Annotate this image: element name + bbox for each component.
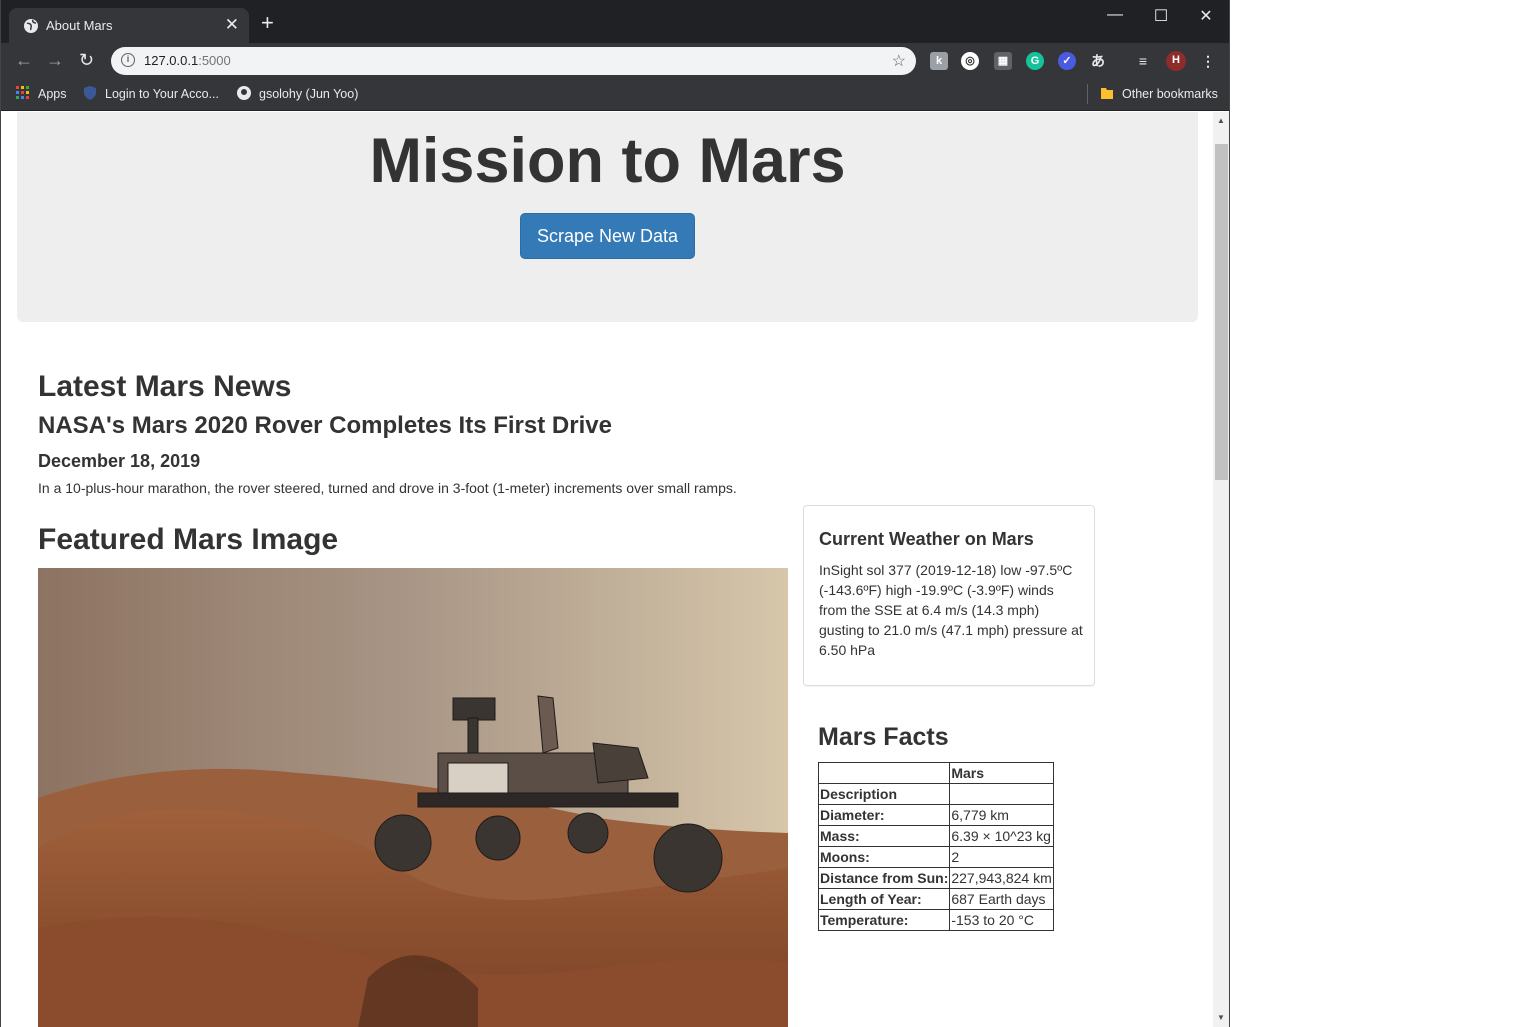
extension-check-icon[interactable]: ✓ bbox=[1058, 52, 1076, 70]
shield-icon bbox=[84, 86, 96, 100]
address-bar[interactable]: i 127.0.0.1:5000 ☆ bbox=[111, 47, 916, 75]
new-tab-button[interactable]: + bbox=[261, 12, 274, 34]
table-row: Diameter: 6,779 km bbox=[817, 804, 1054, 826]
weather-text: InSight sol 377 (2019-12-18) low -97.5ºC… bbox=[819, 562, 1083, 658]
table-index-row: Description bbox=[817, 783, 1054, 805]
rover-selfie-image bbox=[38, 568, 788, 1027]
featured-mars-image bbox=[38, 568, 788, 1027]
table-key: Diameter: bbox=[817, 804, 951, 826]
github-icon bbox=[237, 86, 251, 100]
close-window-button[interactable]: ✕ bbox=[1191, 6, 1221, 26]
weather-heading: Current Weather on Mars bbox=[819, 529, 1034, 549]
table-key: Distance from Sun: bbox=[817, 867, 951, 889]
table-row: Distance from Sun: 227,943,824 km bbox=[817, 867, 1054, 889]
bookmarks-divider bbox=[1087, 84, 1088, 104]
table-index-header: Description bbox=[817, 783, 951, 805]
browser-window: About Mars ✕ + — ☐ ✕ ← → ↻ i 127.0.0.1:5… bbox=[0, 0, 1230, 1027]
table-value: 6,779 km bbox=[949, 804, 1054, 826]
apps-grid-icon bbox=[16, 86, 29, 99]
profile-avatar[interactable]: H bbox=[1166, 51, 1186, 71]
url-text: 127.0.0.1:5000 bbox=[144, 53, 231, 68]
weather-panel: Current Weather on Mars InSight sol 377 … bbox=[803, 505, 1095, 686]
news-title: NASA's Mars 2020 Rover Completes Its Fir… bbox=[38, 412, 612, 439]
extension-chart-icon[interactable]: ▦ bbox=[994, 52, 1012, 70]
page-content: Mission to Mars Scrape New Data Latest M… bbox=[2, 112, 1213, 1027]
table-value: -153 to 20 °C bbox=[949, 909, 1054, 931]
bookmark-other[interactable]: Other bookmarks bbox=[1100, 86, 1218, 101]
table-value: 2 bbox=[949, 846, 1054, 868]
table-value: 687 Earth days bbox=[949, 888, 1054, 910]
table-key: Mass: bbox=[817, 825, 951, 847]
page-title: Mission to Mars bbox=[369, 126, 846, 196]
folder-icon bbox=[1101, 88, 1113, 99]
scroll-down-arrow-icon[interactable]: ▼ bbox=[1217, 1013, 1225, 1022]
scrape-new-data-button[interactable]: Scrape New Data bbox=[520, 213, 695, 259]
table-key: Temperature: bbox=[817, 909, 951, 931]
table-row: Mass: 6.39 × 10^23 kg bbox=[817, 825, 1054, 847]
news-paragraph: In a 10-plus-hour marathon, the rover st… bbox=[38, 480, 737, 496]
featured-image-heading: Featured Mars Image bbox=[38, 523, 339, 556]
table-row: Temperature: -153 to 20 °C bbox=[817, 909, 1054, 931]
toolbar: ← → ↻ i 127.0.0.1:5000 ☆ k ◎ ▦ G ✓ あ ≡ H… bbox=[1, 43, 1229, 79]
table-value: 6.39 × 10^23 kg bbox=[949, 825, 1054, 847]
page-scrollbar[interactable]: ▲ ▼ bbox=[1213, 112, 1229, 1027]
bookmark-github[interactable]: gsolohy (Jun Yoo) bbox=[237, 86, 358, 101]
back-button[interactable]: ← bbox=[15, 50, 33, 71]
translate-icon[interactable]: あ bbox=[1089, 52, 1107, 70]
info-icon[interactable]: i bbox=[121, 53, 135, 67]
minimize-button[interactable]: — bbox=[1100, 6, 1130, 24]
extension-k-icon[interactable]: k bbox=[930, 52, 948, 70]
bookmarks-bar: Apps Login to Your Acco... gsolohy (Jun … bbox=[1, 79, 1229, 111]
grammarly-icon[interactable]: G bbox=[1026, 52, 1044, 70]
tab-title: About Mars bbox=[46, 18, 113, 33]
menu-kebab-icon[interactable]: ⋮ bbox=[1199, 52, 1217, 70]
mars-facts-table: Mars Description Diameter: 6,779 km Mass:… bbox=[817, 762, 1054, 931]
table-row: Moons: 2 bbox=[817, 846, 1054, 868]
jumbotron: Mission to Mars Scrape New Data bbox=[17, 112, 1198, 322]
bookmark-apps[interactable]: Apps bbox=[16, 86, 67, 101]
extension-circle-icon[interactable]: ◎ bbox=[961, 52, 979, 70]
table-value: 227,943,824 km bbox=[949, 867, 1054, 889]
table-cell bbox=[949, 783, 1054, 805]
close-tab-icon[interactable]: ✕ bbox=[225, 15, 239, 35]
table-col-header: Mars bbox=[949, 762, 1054, 784]
bookmark-login[interactable]: Login to Your Acco... bbox=[83, 86, 219, 101]
table-row: Length of Year: 687 Earth days bbox=[817, 888, 1054, 910]
maximize-button[interactable]: ☐ bbox=[1146, 6, 1176, 26]
table-header-row: Mars bbox=[817, 762, 1054, 784]
table-key: Moons: bbox=[817, 846, 951, 868]
forward-button[interactable]: → bbox=[46, 50, 64, 71]
globe-icon bbox=[24, 19, 38, 33]
scrollbar-thumb[interactable] bbox=[1215, 144, 1228, 480]
news-date: December 18, 2019 bbox=[38, 451, 201, 471]
reload-button[interactable]: ↻ bbox=[79, 50, 94, 71]
scroll-up-arrow-icon[interactable]: ▲ bbox=[1217, 116, 1225, 125]
title-bar: About Mars ✕ + — ☐ ✕ bbox=[1, 0, 1229, 43]
media-control-icon[interactable]: ≡ bbox=[1134, 52, 1152, 70]
table-corner-cell bbox=[817, 762, 951, 784]
news-heading: Latest Mars News bbox=[38, 370, 292, 403]
mars-facts-heading: Mars Facts bbox=[818, 723, 949, 751]
table-key: Length of Year: bbox=[817, 888, 951, 910]
bookmark-star-icon[interactable]: ☆ bbox=[892, 51, 906, 71]
tab-about-mars[interactable]: About Mars ✕ bbox=[9, 8, 249, 43]
